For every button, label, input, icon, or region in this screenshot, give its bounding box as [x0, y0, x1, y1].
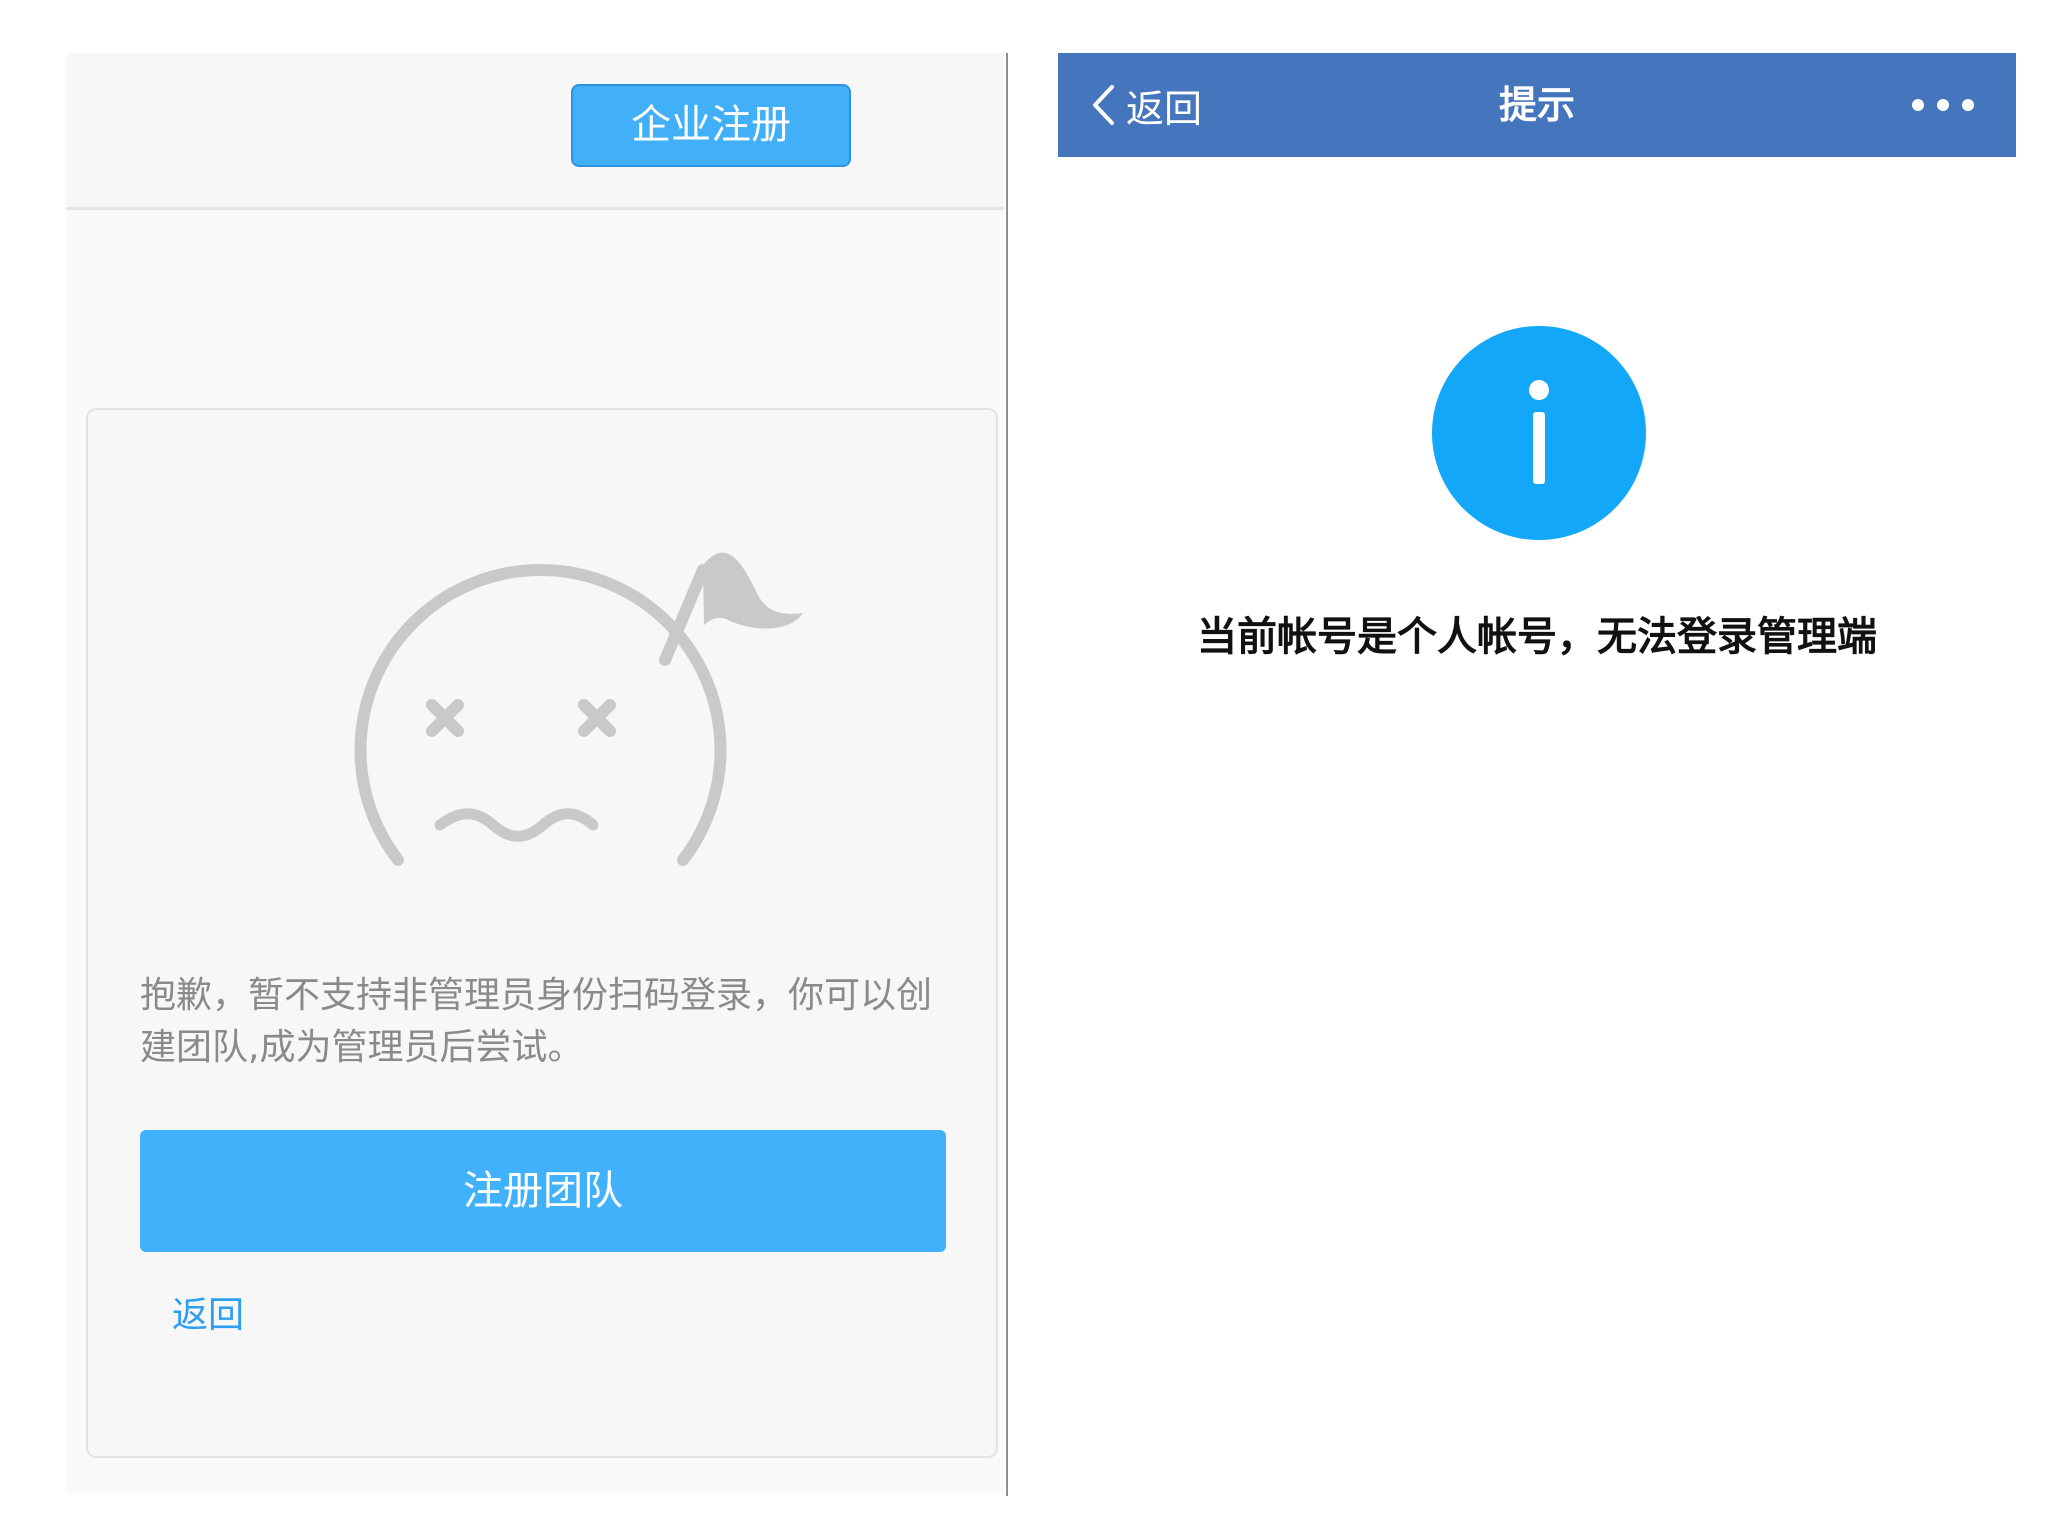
notice-card: 抱歉，暂不支持非管理员身份扫码登录，你可以创建团队,成为管理员后尝试。 注册团队… — [86, 408, 998, 1458]
register-team-button[interactable]: 注册团队 — [140, 1130, 946, 1252]
right-panel: 返回 提示 当前帐号是个人帐号，无法登录管理端 — [1058, 53, 2016, 1493]
back-link[interactable]: 返回 — [172, 1292, 244, 1340]
nav-back-button[interactable]: 返回 — [1090, 53, 1202, 157]
left-header: 企业注册 — [66, 53, 1004, 210]
info-icon — [1432, 326, 1646, 540]
sorry-message: 抱歉，暂不支持非管理员身份扫码登录，你可以创建团队,成为管理员后尝试。 — [140, 975, 933, 1068]
panel-divider — [1006, 53, 1008, 1496]
nav-back-label: 返回 — [1126, 86, 1203, 131]
sad-face-illustration — [354, 552, 803, 866]
left-panel: 企业注册 抱歉，暂不支持非管理员身份扫码登录，你可以创建团队,成为管理员后尝试。… — [66, 53, 1004, 1493]
chevron-left-icon — [1093, 85, 1114, 125]
top-navbar: 返回 提示 — [1058, 53, 2016, 157]
screen: 企业注册 抱歉，暂不支持非管理员身份扫码登录，你可以创建团队,成为管理员后尝试。… — [0, 0, 2048, 1536]
info-message: 当前帐号是个人帐号，无法登录管理端 — [1197, 614, 1877, 660]
enterprise-register-button[interactable]: 企业注册 — [571, 84, 851, 167]
more-dots-icon[interactable] — [1908, 83, 1978, 127]
